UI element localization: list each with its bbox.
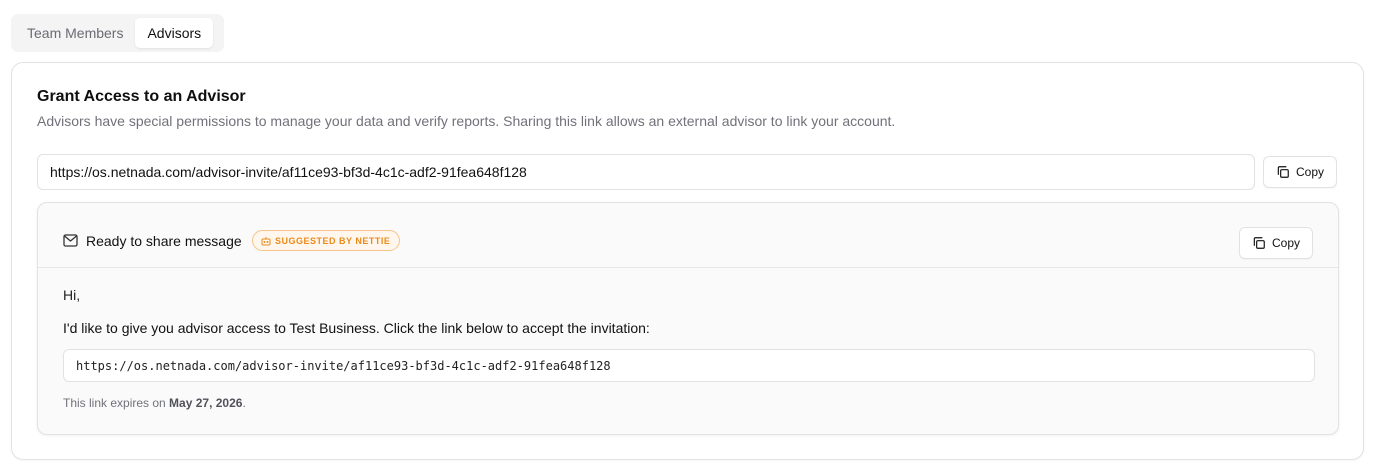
share-message-panel: Ready to share message SUGGESTED BY NETT… [37,202,1339,435]
mail-icon [63,234,78,247]
tab-advisors[interactable]: Advisors [135,18,214,48]
message-invite-link[interactable]: https://os.netnada.com/advisor-invite/af… [63,349,1315,382]
share-message-title: Ready to share message [86,233,242,249]
copy-icon [1252,236,1266,250]
expiry-date: May 27, 2026 [169,396,243,410]
expiry-suffix: . [242,396,246,410]
card-description: Advisors have special permissions to man… [37,113,896,129]
invite-url-input[interactable] [37,154,1255,190]
share-message-header: Ready to share message SUGGESTED BY NETT… [38,203,1338,268]
message-body: I'd like to give you advisor access to T… [63,320,650,336]
copy-url-label: Copy [1296,165,1325,179]
copy-url-button[interactable]: Copy [1263,156,1338,188]
expiry-prefix: This link expires on [63,396,170,410]
tab-team-members[interactable]: Team Members [15,18,135,48]
copy-icon [1276,165,1290,179]
card-title: Grant Access to an Advisor [37,88,246,105]
bot-icon [261,236,271,246]
link-expiry-note: This link expires on May 27, 2026. [63,396,246,410]
copy-message-label: Copy [1272,236,1301,250]
suggested-badge-label: SUGGESTED BY NETTIE [275,235,391,246]
suggested-badge: SUGGESTED BY NETTIE [252,230,401,251]
tab-list: Team Members Advisors [11,14,224,52]
copy-message-button[interactable]: Copy [1239,227,1314,259]
grant-access-card: Grant Access to an Advisor Advisors have… [11,62,1364,460]
message-greeting: Hi, [63,287,81,303]
